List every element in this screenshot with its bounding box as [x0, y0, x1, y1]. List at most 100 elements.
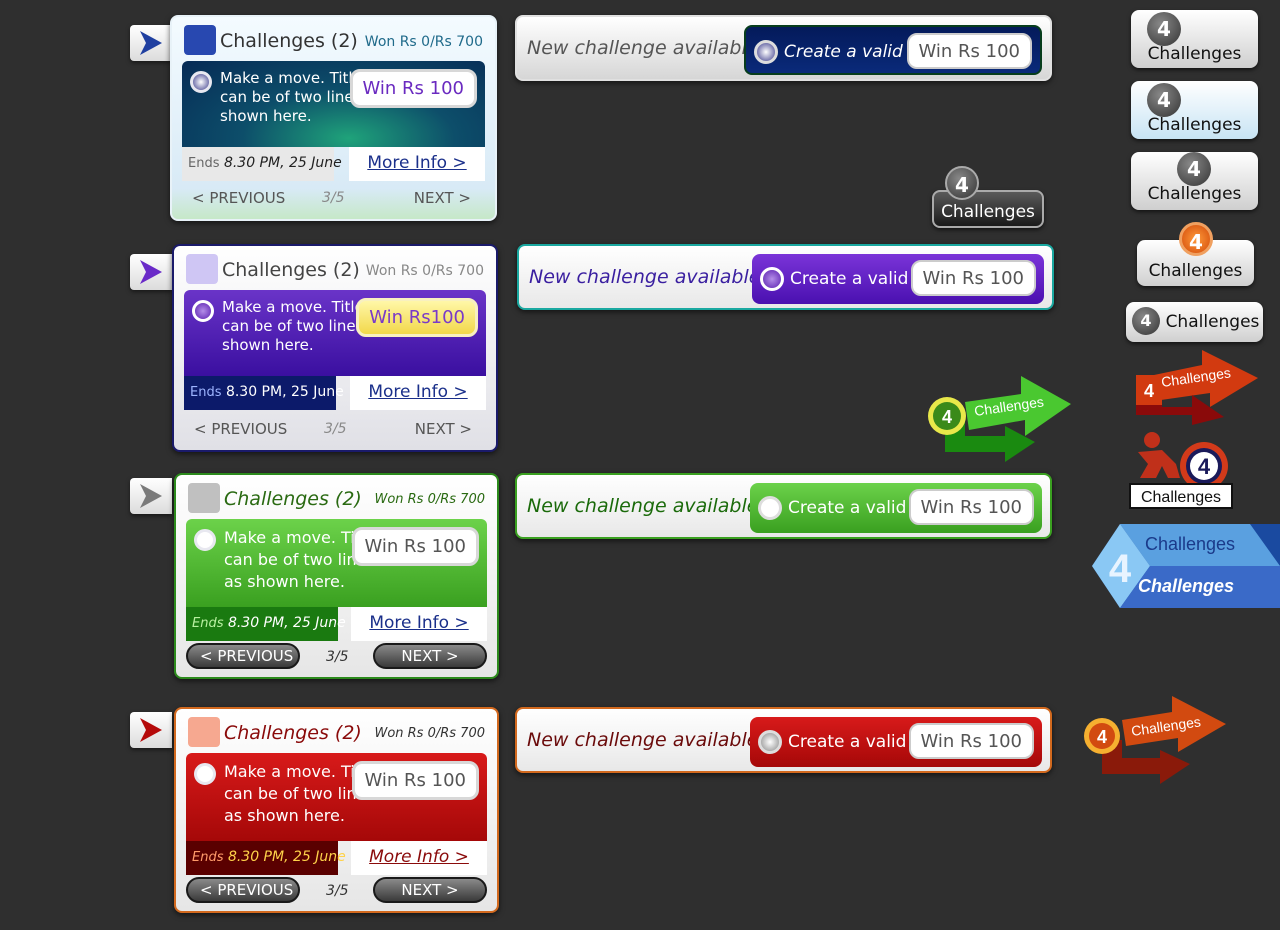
page-indicator: 3/5 — [326, 649, 349, 665]
radio-button[interactable] — [758, 496, 782, 520]
widget-tab[interactable] — [130, 478, 172, 514]
widget-title: Challenges (2) — [224, 722, 362, 744]
count-circle: 4 — [945, 166, 979, 200]
radio-button[interactable] — [760, 267, 784, 291]
widget-header: Challenges (2) Won Rs 0/Rs 700 — [176, 475, 497, 519]
badge-label: Challenges — [1147, 115, 1242, 135]
widget-footer: Ends 8.30 PM, 25 June More Info > — [186, 607, 487, 641]
challenge-widget-blue: Challenges (2) Won Rs 0/Rs 700 Make a mo… — [170, 15, 497, 221]
crystal-label-top: Challenges — [1145, 534, 1235, 554]
arrow-badge-green[interactable]: 4 Challenges — [925, 372, 1075, 464]
pagination: < PREVIOUS 3/5 NEXT > — [186, 643, 487, 671]
widget-header: Challenges (2) Won Rs 0/Rs 700 — [172, 17, 495, 61]
widget-tab[interactable] — [130, 25, 172, 61]
radio-button[interactable] — [192, 300, 214, 322]
create-set-button[interactable]: Create a valid Set Win Rs 100 — [750, 483, 1042, 533]
arrow-badge-count: 4 — [942, 407, 952, 427]
widget-footer: Ends 8.30 PM, 25 June More Info > — [182, 147, 485, 181]
ends-label: Ends — [192, 616, 224, 631]
challenges-badge-3[interactable]: 4 Challenges — [1131, 152, 1258, 210]
create-set-button[interactable]: Create a valid Set Win Rs 100 — [752, 254, 1044, 304]
win-badge: Win Rs 100 — [351, 527, 479, 566]
radio-button[interactable] — [758, 730, 782, 754]
create-set-button[interactable]: Create a valid Set Win Rs 100 — [744, 25, 1042, 75]
widget-icon — [184, 25, 216, 55]
challenges-badge-5[interactable]: 4 Challenges — [1126, 302, 1263, 342]
count-circle: 4 — [1179, 222, 1213, 256]
notification-bar-green[interactable]: New challenge available Create a valid S… — [515, 473, 1052, 539]
arrow-badge-red[interactable]: 4 Challenges — [1132, 345, 1260, 427]
ends-info: Ends 8.30 PM, 25 June — [186, 841, 346, 875]
badge-label: Challenges — [1147, 44, 1242, 64]
widget-tab[interactable] — [130, 712, 172, 748]
page-indicator: 3/5 — [326, 883, 349, 899]
challenge-widget-red: Challenges (2) Won Rs 0/Rs 700 Make a mo… — [174, 707, 499, 913]
win-badge: Win Rs 100 — [349, 69, 477, 108]
count-circle: 4 — [1147, 83, 1181, 117]
notification-bar-blue[interactable]: New challenge available Create a valid S… — [515, 15, 1052, 81]
radio-button[interactable] — [194, 529, 216, 551]
next-button[interactable]: NEXT > — [415, 420, 472, 438]
ends-label: Ends — [192, 850, 224, 865]
pagination: < PREVIOUS 3/5 NEXT > — [182, 185, 485, 211]
count-circle: 4 — [1177, 152, 1211, 186]
next-button[interactable]: NEXT > — [414, 189, 471, 207]
win-badge: Win Rs 100 — [908, 489, 1034, 525]
radio-button[interactable] — [194, 763, 216, 785]
create-set-button[interactable]: Create a valid Set Win Rs 100 — [750, 717, 1042, 767]
previous-button[interactable]: < PREVIOUS — [192, 189, 285, 207]
widget-title: Challenges (2) — [224, 488, 362, 510]
ends-info: Ends 8.30 PM, 25 June — [184, 376, 344, 410]
pagination: < PREVIOUS 3/5 NEXT > — [186, 877, 487, 905]
challenges-badge-floating[interactable]: Challenges — [932, 190, 1044, 228]
challenge-body[interactable]: Make a move. Title can be of two lines a… — [186, 753, 487, 841]
arrow-badge-count: 4 — [1144, 381, 1154, 401]
widget-footer: Ends 8.30 PM, 25 June More Info > — [186, 841, 487, 875]
more-info-link[interactable]: More Info > — [349, 147, 485, 181]
win-badge: Win Rs 100 — [351, 761, 479, 800]
ends-time: 8.30 PM, 25 June — [227, 849, 346, 865]
win-badge: Win Rs 100 — [908, 723, 1034, 759]
player-chip-badge[interactable]: 4 Challenges — [1128, 430, 1234, 510]
challenges-badge-2[interactable]: 4 Challenges — [1131, 81, 1258, 139]
arrow-badge-orange[interactable]: 4 Challenges — [1082, 694, 1230, 786]
notification-text: New challenge available — [529, 266, 761, 288]
crystal-badge[interactable]: 4 Challenges Challenges — [1090, 520, 1280, 612]
challenges-badge-1[interactable]: 4 Challenges — [1131, 10, 1258, 68]
notification-bar-purple[interactable]: New challenge available Create a valid S… — [517, 244, 1054, 310]
challenge-widget-green: Challenges (2) Won Rs 0/Rs 700 Make a mo… — [174, 473, 499, 679]
next-button[interactable]: NEXT > — [373, 643, 487, 669]
previous-button[interactable]: < PREVIOUS — [194, 420, 287, 438]
previous-button[interactable]: < PREVIOUS — [186, 877, 300, 903]
widget-icon — [186, 254, 218, 284]
widget-header: Challenges (2) Won Rs 0/Rs 700 — [176, 709, 497, 753]
more-info-link[interactable]: More Info > — [350, 376, 486, 410]
page-indicator: 3/5 — [322, 190, 345, 206]
badge-label: Challenges — [941, 202, 1035, 222]
more-info-link[interactable]: More Info > — [351, 607, 487, 641]
radio-button[interactable] — [754, 40, 778, 64]
ends-label: Ends — [190, 385, 222, 400]
previous-button[interactable]: < PREVIOUS — [186, 643, 300, 669]
page-indicator: 3/5 — [324, 421, 347, 437]
widget-footer: Ends 8.30 PM, 25 June More Info > — [184, 376, 486, 410]
challenge-body[interactable]: Make a move. Title can be of two lines a… — [182, 61, 485, 147]
ends-info: Ends 8.30 PM, 25 June — [182, 147, 342, 181]
notification-text: New challenge available — [527, 729, 759, 751]
widget-header: Challenges (2) Won Rs 0/Rs 700 — [174, 246, 496, 290]
crystal-count: 4 — [1109, 547, 1132, 591]
next-button[interactable]: NEXT > — [373, 877, 487, 903]
widget-icon — [188, 717, 220, 747]
win-badge: Win Rs 100 — [906, 33, 1032, 69]
challenge-body[interactable]: Make a move. Title can be of two lines a… — [184, 290, 486, 376]
won-amount: Won Rs 0/Rs 700 — [374, 492, 485, 507]
notification-bar-red[interactable]: New challenge available Create a valid S… — [515, 707, 1052, 773]
challenge-widget-purple: Challenges (2) Won Rs 0/Rs 700 Make a mo… — [172, 244, 498, 452]
widget-tab[interactable] — [130, 254, 172, 290]
more-info-link[interactable]: More Info > — [351, 841, 487, 875]
chip-count: 4 — [1198, 454, 1211, 479]
ends-time: 8.30 PM, 25 June — [225, 384, 344, 400]
ends-time: 8.30 PM, 25 June — [223, 155, 342, 171]
challenge-body[interactable]: Make a move. Title can be of two lines a… — [186, 519, 487, 607]
radio-button[interactable] — [190, 71, 212, 93]
